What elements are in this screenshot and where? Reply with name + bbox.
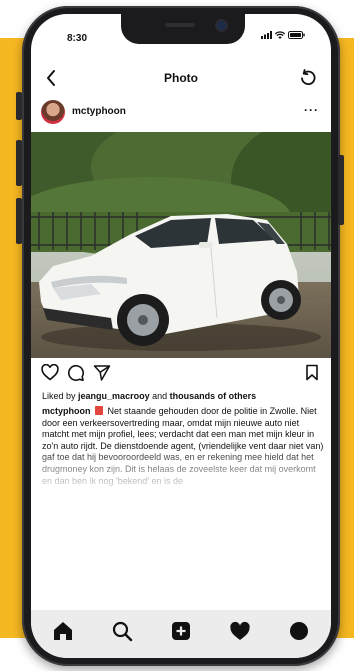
likes-summary: Liked by jeangu_macrooy and thousands of… [42,391,256,401]
post-header: mctyphoon ··· [31,98,331,126]
caption-username[interactable]: mctyphoon [42,406,91,416]
phone-mute-switch [16,92,22,120]
phone-volume-down [16,198,22,244]
caption-text: Net staande gehouden door de politie in … [42,406,324,486]
notch-speaker [165,23,195,27]
send-icon [93,365,111,381]
save-button[interactable] [305,364,319,386]
post-username[interactable]: mctyphoon [72,106,126,117]
post-caption: mctyphoon Net staande gehouden door de p… [42,406,324,512]
avatar[interactable] [41,100,65,124]
comment-icon [68,364,84,381]
top-navigation-bar: Photo [31,66,331,92]
post-actions [31,363,331,387]
signal-icon [261,31,272,39]
likes-prefix: Liked by [42,391,76,401]
page-title: Photo [164,71,198,85]
bottom-tab-bar [31,610,331,658]
home-tab[interactable] [52,620,74,647]
more-options-button[interactable]: ··· [304,103,319,117]
activity-tab[interactable] [229,620,251,647]
home-icon [54,622,72,640]
share-button[interactable] [93,364,111,387]
status-icons [261,31,305,39]
create-tab[interactable] [170,620,192,647]
profile-icon [290,622,308,640]
status-time: 8:30 [67,33,88,44]
likes-and: and [152,391,168,401]
heart-icon [41,363,59,381]
phone-notch [121,14,245,44]
front-camera [217,21,226,30]
bookmark-icon [306,364,318,381]
search-tab[interactable] [111,620,133,647]
wifi-icon [275,31,285,39]
heart-filled-icon [230,621,250,640]
phone-volume-up [16,140,22,186]
refresh-icon [301,69,316,85]
emoji-icon [95,406,104,415]
refresh-button[interactable] [299,69,317,92]
likes-others-link[interactable]: thousands of others [170,391,257,401]
plus-square-icon [172,622,190,640]
profile-tab[interactable] [288,620,310,647]
phone-power-button [338,155,344,225]
like-button[interactable] [41,363,59,386]
likes-user-link[interactable]: jeangu_macrooy [78,391,150,401]
post-photo[interactable] [31,132,331,358]
battery-icon [288,31,305,39]
car-photo-illustration [31,132,331,358]
phone-screen: 8:30 Photo mctyphoon ··· Liked by jeangu… [31,14,331,658]
search-icon [112,621,133,642]
comment-button[interactable] [67,364,85,387]
